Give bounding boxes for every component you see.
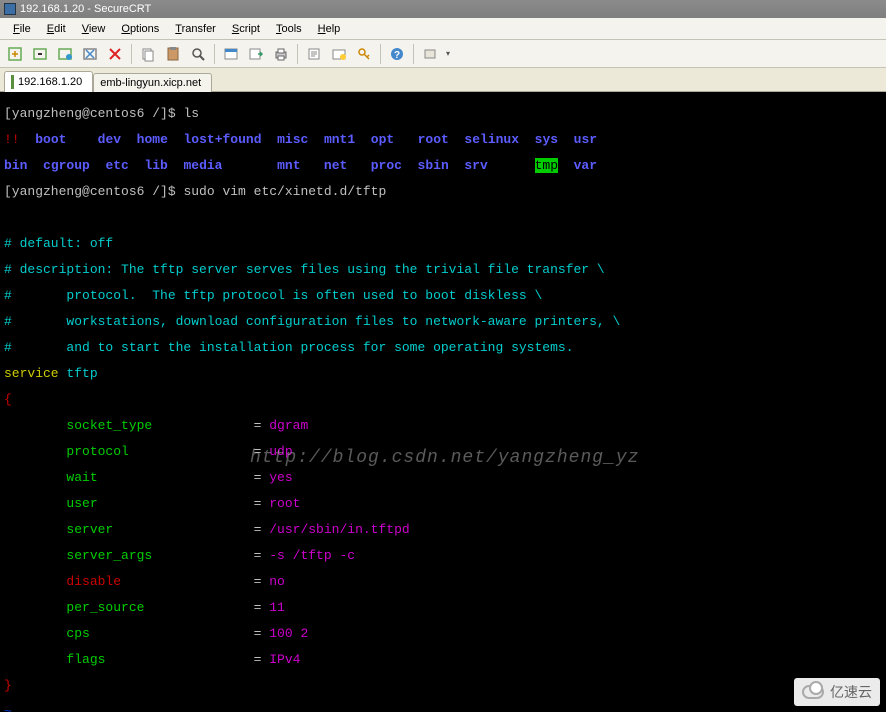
menu-script[interactable]: Script [225, 21, 267, 37]
tb-send-icon[interactable] [245, 43, 267, 65]
vim-kv: socket_type = dgram [4, 419, 882, 432]
ls-output-row: bin cgroup etc lib media mnt net proc sb… [4, 159, 882, 172]
tb-key-icon[interactable] [353, 43, 375, 65]
tb-properties-icon[interactable] [303, 43, 325, 65]
tb-help-icon[interactable]: ? [386, 43, 408, 65]
menu-help[interactable]: Help [311, 21, 348, 37]
vim-comment: # and to start the installation process … [4, 341, 882, 354]
menu-tools[interactable]: Tools [269, 21, 309, 37]
vim-brace: { [4, 393, 882, 406]
toolbar-separator [214, 44, 215, 64]
vim-tilde: ~ [4, 705, 882, 712]
tb-copy-icon[interactable] [137, 43, 159, 65]
menu-view[interactable]: View [75, 21, 113, 37]
vim-kv: user = root [4, 497, 882, 510]
vim-brace: } [4, 679, 882, 692]
tb-disconnect-all-icon[interactable] [104, 43, 126, 65]
vim-kv: protocol = udp [4, 445, 882, 458]
tb-disconnect-icon[interactable] [79, 43, 101, 65]
menu-file[interactable]: File [6, 21, 38, 37]
terminal-view[interactable]: [yangzheng@centos6 /]$ ls !! boot dev ho… [0, 92, 886, 712]
vim-kv: per_source = 11 [4, 601, 882, 614]
vim-kv: wait = yes [4, 471, 882, 484]
tb-find-icon[interactable] [187, 43, 209, 65]
tb-connect-icon[interactable] [29, 43, 51, 65]
toolbar-separator [413, 44, 414, 64]
toolbar: ? ▾ [0, 40, 886, 68]
tb-print-icon[interactable] [270, 43, 292, 65]
vim-service-line: service tftp [4, 367, 882, 380]
tab-active-indicator [11, 75, 14, 89]
window-titlebar: 192.168.1.20 - SecureCRT [0, 0, 886, 18]
prompt: [yangzheng@centos6 /]$ [4, 184, 183, 199]
tb-options-icon[interactable] [328, 43, 350, 65]
toolbar-overflow-icon[interactable]: ▾ [444, 49, 452, 58]
tb-paste-icon[interactable] [162, 43, 184, 65]
vim-comment: # workstations, download configuration f… [4, 315, 882, 328]
toolbar-separator [131, 44, 132, 64]
tb-toggle-icon[interactable] [419, 43, 441, 65]
cloud-icon [802, 685, 824, 699]
vim-kv: disable = no [4, 575, 882, 588]
app-icon [4, 3, 16, 15]
command-text: sudo vim etc/xinetd.d/tftp [183, 184, 386, 199]
tb-reconnect-icon[interactable] [54, 43, 76, 65]
ls-output-row: !! boot dev home lost+found misc mnt1 op… [4, 133, 882, 146]
vim-comment: # description: The tftp server serves fi… [4, 263, 882, 276]
vim-comment: # default: off [4, 237, 882, 250]
tb-quick-connect-icon[interactable] [4, 43, 26, 65]
vim-kv: server_args = -s /tftp -c [4, 549, 882, 562]
vim-kv: cps = 100 2 [4, 627, 882, 640]
corner-logo: 亿速云 [794, 678, 880, 706]
ls-tmp-highlighted: tmp [535, 158, 558, 173]
menu-options[interactable]: Options [114, 21, 166, 37]
svg-text:?: ? [394, 50, 400, 61]
vim-kv: server = /usr/sbin/in.tftpd [4, 523, 882, 536]
corner-logo-text: 亿速云 [830, 682, 872, 702]
menubar: File Edit View Options Transfer Script T… [0, 18, 886, 40]
tab-label: 192.168.1.20 [18, 76, 82, 88]
vim-comment: # protocol. The tftp protocol is often u… [4, 289, 882, 302]
command-text: ls [183, 106, 199, 121]
menu-transfer[interactable]: Transfer [168, 21, 223, 37]
tab-label: emb-lingyun.xicp.net [100, 77, 201, 89]
tb-session-options-icon[interactable] [220, 43, 242, 65]
tab-session-2[interactable]: emb-lingyun.xicp.net [93, 73, 212, 92]
vim-kv: flags = IPv4 [4, 653, 882, 666]
toolbar-separator [380, 44, 381, 64]
tab-strip: 192.168.1.20 emb-lingyun.xicp.net [0, 68, 886, 92]
toolbar-separator [297, 44, 298, 64]
tab-session-1[interactable]: 192.168.1.20 [4, 71, 93, 92]
menu-edit[interactable]: Edit [40, 21, 73, 37]
window-title: 192.168.1.20 - SecureCRT [20, 3, 151, 15]
prompt: [yangzheng@centos6 /]$ [4, 106, 183, 121]
